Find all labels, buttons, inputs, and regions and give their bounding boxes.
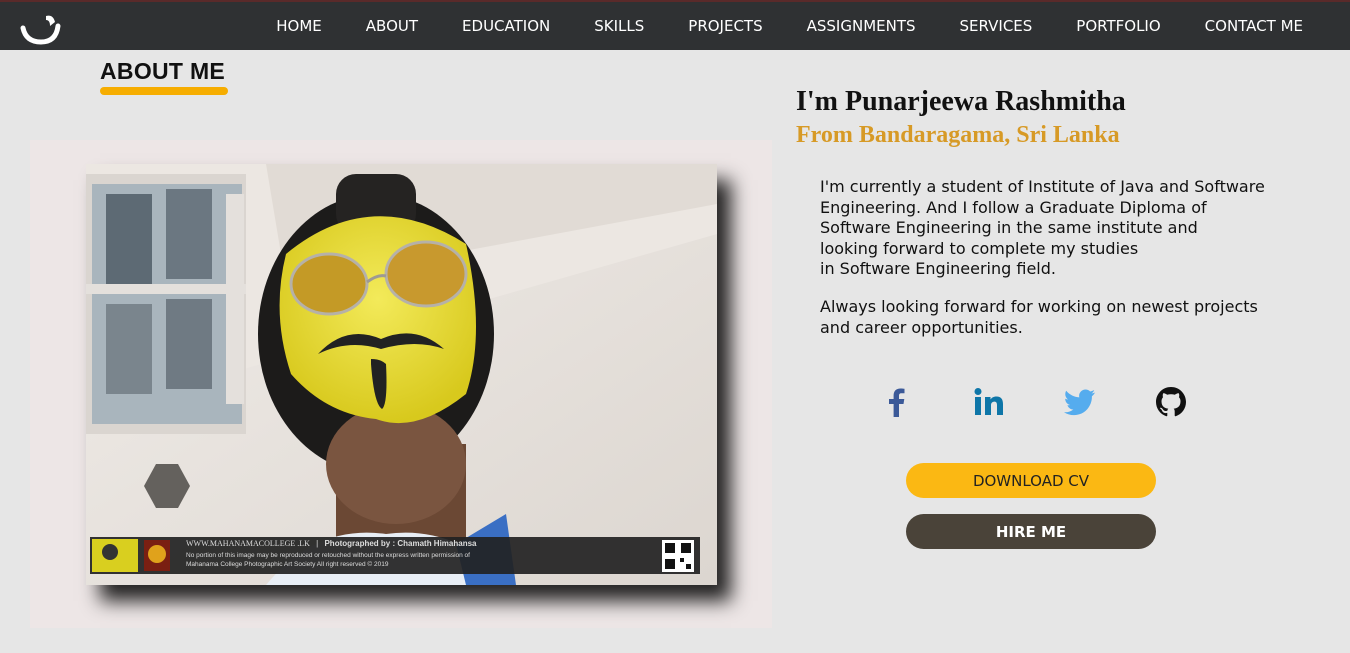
twitter-icon[interactable] [1062,384,1098,420]
facebook-icon[interactable] [878,384,914,420]
nav-about[interactable]: ABOUT [344,2,440,50]
bio-line: Engineering. And I follow a Graduate Dip… [820,197,1207,217]
bio-paragraph-2: Always looking forward for working on ne… [820,297,1290,338]
profile-photo: WWW.MAHANAMACOLLEGE .LK | Photographed b… [86,164,717,585]
watermark-notice-1: No portion of this image may be reproduc… [186,552,470,559]
facebook-icon-glyph [889,388,905,417]
nav-projects[interactable]: PROJECTS [666,2,784,50]
watermark-text: WWW.MAHANAMACOLLEGE .LK | Photographed b… [186,539,646,568]
profile-location: From Bandaragama, Sri Lanka [796,122,1120,148]
nav-services[interactable]: SERVICES [938,2,1055,50]
nav-education[interactable]: EDUCATION [440,2,572,50]
bio-line: Always looking forward for working on ne… [820,297,1258,316]
bio-paragraph-1: I'm currently a student of Institute of … [820,177,1290,280]
hire-me-button[interactable]: HIRE ME [906,514,1156,549]
bio-line: in Software Engineering field. [820,259,1056,279]
nav-contact-me[interactable]: CONTACT ME [1183,2,1350,50]
logo-icon [20,15,61,45]
nav-assignments[interactable]: ASSIGNMENTS [785,2,938,50]
nav-home[interactable]: HOME [254,2,344,50]
nav-skills[interactable]: SKILLS [572,2,666,50]
profile-photo-image [86,164,717,585]
navbar: HOME ABOUT EDUCATION SKILLS PROJECTS ASS… [0,0,1350,50]
bio-line: Software Engineering in the same institu… [820,218,1198,238]
github-icon[interactable] [1153,384,1189,420]
bio-line: and career opportunities. [820,317,1023,337]
title-underline [100,87,228,95]
section-title: ABOUT ME [100,58,226,84]
profile-name: I'm Punarjeewa Rashmitha [796,86,1126,117]
watermark-credit: Photographed by : Chamath Himahansa [324,539,477,548]
github-icon-glyph [1156,387,1186,417]
linkedin-icon[interactable] [971,384,1007,420]
bio-line: I'm currently a student of Institute of … [820,177,1265,196]
linkedin-icon-glyph [974,388,1003,415]
nav-portfolio[interactable]: PORTFOLIO [1054,2,1182,50]
twitter-icon-glyph [1064,389,1095,415]
bio-line: looking forward to complete my studies [820,238,1139,258]
nav-links: HOME ABOUT EDUCATION SKILLS PROJECTS ASS… [254,2,1350,50]
watermark-site: WWW.MAHANAMACOLLEGE .LK [186,539,310,548]
download-cv-button[interactable]: DOWNLOAD CV [906,463,1156,498]
watermark-notice-2: Mahanama College Photographic Art Societ… [186,561,389,568]
logo[interactable] [20,10,62,46]
